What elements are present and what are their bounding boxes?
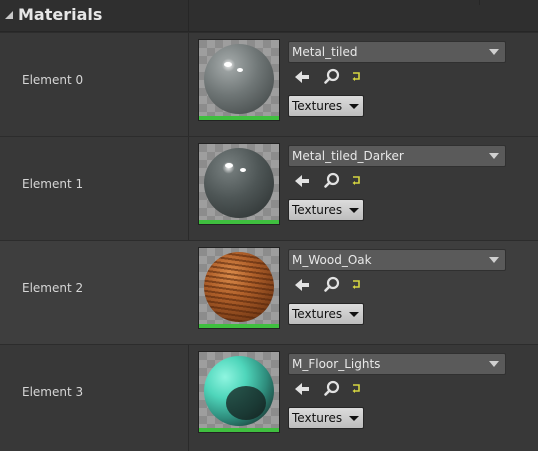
material-name: Metal_tiled_Darker — [292, 149, 404, 163]
textures-dropdown-button[interactable]: Textures — [288, 95, 364, 117]
materials-category-header[interactable]: Materials — [0, 0, 538, 32]
material-name: Metal_tiled — [292, 45, 358, 59]
material-slot-row: Element 3 M_Floor_Lights Textures — [0, 344, 538, 451]
material-preview-sphere — [204, 44, 274, 114]
textures-dropdown-button[interactable]: Textures — [288, 407, 364, 429]
specular-highlight — [237, 68, 243, 72]
textures-label: Textures — [292, 411, 343, 425]
collapse-triangle-icon[interactable] — [5, 11, 13, 19]
element-label: Element 3 — [22, 385, 84, 399]
material-picker-combo[interactable]: M_Wood_Oak — [288, 249, 506, 271]
material-type-bar — [199, 428, 279, 432]
textures-label: Textures — [292, 307, 343, 321]
textures-label: Textures — [292, 99, 343, 113]
reset-to-default-icon — [352, 280, 360, 289]
material-type-bar — [199, 324, 279, 328]
specular-highlight — [224, 62, 232, 67]
material-picker-combo[interactable]: Metal_tiled_Darker — [288, 145, 506, 167]
browse-button[interactable] — [322, 67, 342, 87]
chevron-down-icon — [349, 208, 359, 213]
left-arrow-icon — [295, 279, 309, 291]
materials-panel: Materials Element 0 Metal_tiled Textures… — [0, 0, 538, 451]
specular-highlight — [240, 168, 246, 172]
magnifier-icon — [324, 380, 340, 396]
reset-to-default-icon — [352, 384, 360, 393]
material-thumbnail[interactable] — [198, 247, 280, 329]
category-title: Materials — [18, 5, 103, 24]
element-label: Element 2 — [22, 281, 84, 295]
material-preview-sphere — [204, 252, 274, 322]
header-column-divider — [188, 0, 189, 32]
material-preview-sphere — [204, 148, 274, 218]
material-picker-combo[interactable]: Metal_tiled — [288, 41, 506, 63]
reset-to-default-icon — [352, 72, 360, 81]
chevron-down-icon — [349, 416, 359, 421]
use-selected-button[interactable] — [292, 67, 312, 87]
header-edge-divider — [479, 0, 480, 5]
material-name: M_Floor_Lights — [292, 357, 381, 371]
use-selected-button[interactable] — [292, 275, 312, 295]
element-label: Element 1 — [22, 177, 84, 191]
material-thumbnail[interactable] — [198, 143, 280, 225]
browse-button[interactable] — [322, 379, 342, 399]
use-selected-button[interactable] — [292, 379, 312, 399]
material-name: M_Wood_Oak — [292, 253, 372, 267]
specular-highlight — [225, 163, 233, 168]
chevron-down-icon — [489, 153, 499, 159]
reset-to-default-button[interactable] — [348, 67, 368, 87]
material-preview-sphere — [204, 356, 274, 426]
material-picker-combo[interactable]: M_Floor_Lights — [288, 353, 506, 375]
element-label: Element 0 — [22, 73, 84, 87]
material-slot-row: Element 2 M_Wood_Oak Textures — [0, 240, 538, 344]
reset-to-default-button[interactable] — [348, 171, 368, 191]
reset-to-default-icon — [352, 176, 360, 185]
chevron-down-icon — [489, 49, 499, 55]
reset-to-default-button[interactable] — [348, 275, 368, 295]
chevron-down-icon — [349, 312, 359, 317]
browse-button[interactable] — [322, 275, 342, 295]
textures-label: Textures — [292, 203, 343, 217]
material-slot-row: Element 1 Metal_tiled_Darker Textures — [0, 136, 538, 240]
textures-dropdown-button[interactable]: Textures — [288, 303, 364, 325]
browse-button[interactable] — [322, 171, 342, 191]
material-slot-row: Element 0 Metal_tiled Textures — [0, 32, 538, 136]
chevron-down-icon — [489, 257, 499, 263]
left-arrow-icon — [295, 383, 309, 395]
chevron-down-icon — [349, 104, 359, 109]
material-thumbnail[interactable] — [198, 351, 280, 433]
chevron-down-icon — [489, 361, 499, 367]
material-type-bar — [199, 116, 279, 120]
left-arrow-icon — [295, 71, 309, 83]
magnifier-icon — [324, 68, 340, 84]
use-selected-button[interactable] — [292, 171, 312, 191]
material-type-bar — [199, 220, 279, 224]
left-arrow-icon — [295, 175, 309, 187]
reset-to-default-button[interactable] — [348, 379, 368, 399]
textures-dropdown-button[interactable]: Textures — [288, 199, 364, 221]
magnifier-icon — [324, 172, 340, 188]
magnifier-icon — [324, 276, 340, 292]
material-thumbnail[interactable] — [198, 39, 280, 121]
